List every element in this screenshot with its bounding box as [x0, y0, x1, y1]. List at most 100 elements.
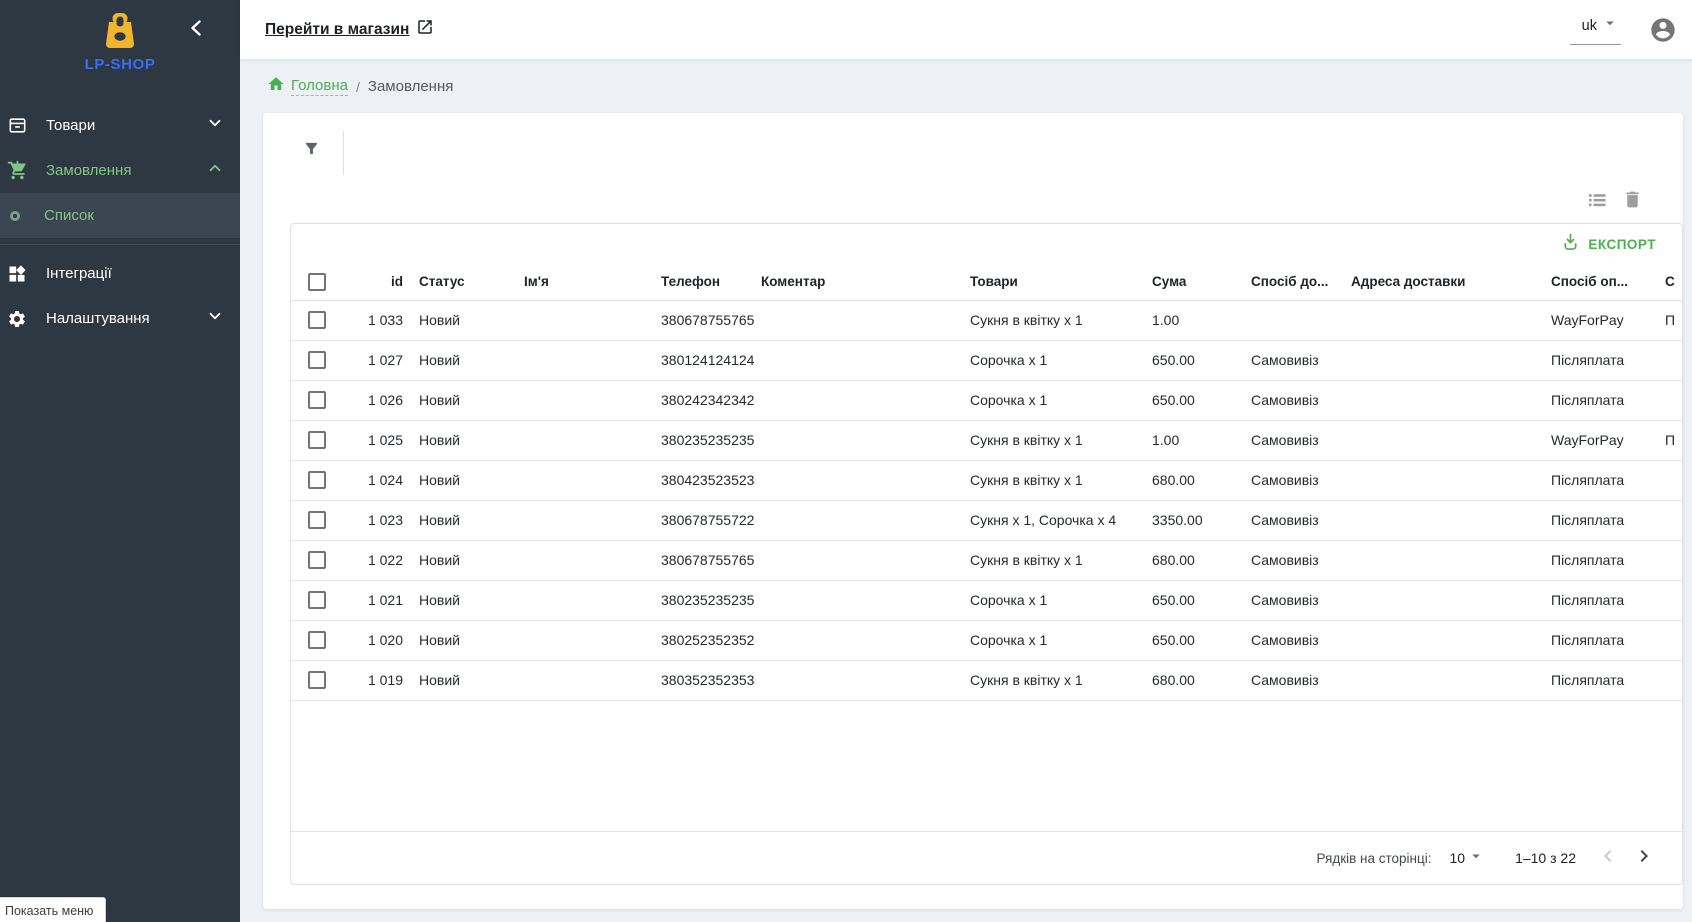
cell-address	[1351, 340, 1551, 380]
table-row[interactable]: 1 023Новий380678755722Сукня x 1, Сорочка…	[291, 500, 1682, 540]
menu-divider	[0, 244, 240, 245]
cell-sum: 650.00	[1152, 380, 1251, 420]
cell-extra	[1665, 500, 1682, 540]
sidebar-item-integrations[interactable]: Інтеграції	[0, 251, 240, 296]
table-row[interactable]: 1 027Новий380124124124Сорочка x 1650.00С…	[291, 340, 1682, 380]
row-checkbox[interactable]	[308, 631, 326, 649]
card-toolbar: ЕКСПОРТ	[291, 224, 1682, 264]
select-all-checkbox[interactable]	[308, 273, 326, 291]
cell-status: Новий	[419, 580, 524, 620]
caret-down-icon	[1467, 847, 1485, 870]
cell-address	[1351, 580, 1551, 620]
column-header-id[interactable]: id	[357, 264, 419, 300]
sidebar-item-settings[interactable]: Налаштування	[0, 296, 240, 341]
main-area: Перейти в магазин uk	[240, 0, 1692, 922]
cell-payment: Післяплата	[1551, 340, 1665, 380]
table-row[interactable]: 1 025Новий380235235235Сукня в квітку x 1…	[291, 420, 1682, 460]
row-checkbox[interactable]	[308, 351, 326, 369]
cell-name	[524, 340, 661, 380]
sidebar-item-orders[interactable]: Замовлення	[0, 148, 240, 193]
chevron-left-icon	[186, 26, 208, 43]
row-checkbox[interactable]	[308, 591, 326, 609]
cell-address	[1351, 660, 1551, 700]
cell-products: Сукня в квітку x 1	[970, 300, 1152, 340]
rows-per-page-select[interactable]: 10	[1450, 847, 1486, 870]
table-row[interactable]: 1 021Новий380235235235Сорочка x 1650.00С…	[291, 580, 1682, 620]
cell-phone: 380252352352	[661, 620, 761, 660]
pagination-bar: Рядків на сторінці: 10 1–10 з 22	[291, 831, 1682, 884]
column-header-delivery[interactable]: Спосіб до...	[1251, 264, 1351, 300]
view-list-button[interactable]	[1586, 190, 1606, 215]
table-row[interactable]: 1 026Новий380242342342Сорочка x 1650.00С…	[291, 380, 1682, 420]
go-to-shop-link[interactable]: Перейти в магазин	[265, 18, 434, 41]
row-checkbox[interactable]	[308, 431, 326, 449]
column-header-sum[interactable]: Сума	[1152, 264, 1251, 300]
export-label: ЕКСПОРТ	[1588, 237, 1656, 252]
row-select-cell	[291, 660, 357, 700]
table-row[interactable]: 1 024Новий380423523523Сукня в квітку x 1…	[291, 460, 1682, 500]
cell-products: Сорочка x 1	[970, 620, 1152, 660]
row-checkbox[interactable]	[308, 391, 326, 409]
sidebar-item-products[interactable]: Товари	[0, 103, 240, 148]
cell-extra	[1665, 460, 1682, 500]
cell-name	[524, 380, 661, 420]
rows-per-page-value: 10	[1450, 850, 1466, 866]
next-page-button[interactable]	[1626, 840, 1662, 876]
row-select-cell	[291, 420, 357, 460]
breadcrumb-home-link[interactable]: Головна	[267, 75, 348, 98]
table-row[interactable]: 1 033Новий380678755765Сукня в квітку x 1…	[291, 300, 1682, 340]
column-header-name[interactable]: Ім'я	[524, 264, 661, 300]
table-row[interactable]: 1 019Новий380352352353Сукня в квітку x 1…	[291, 660, 1682, 700]
row-select-cell	[291, 540, 357, 580]
previous-page-button[interactable]	[1590, 840, 1626, 876]
row-checkbox[interactable]	[308, 311, 326, 329]
sidebar-item-orders-list[interactable]: Список	[0, 193, 240, 238]
breadcrumb-home-label: Головна	[291, 77, 348, 96]
view-list-icon	[1586, 190, 1606, 215]
cell-status: Новий	[419, 620, 524, 660]
content-area: Головна / Замовлення	[240, 60, 1692, 922]
column-header-comment[interactable]: Коментар	[761, 264, 970, 300]
cell-name	[524, 300, 661, 340]
column-header-payment[interactable]: Спосіб оп...	[1551, 264, 1665, 300]
column-header-phone[interactable]: Телефон	[661, 264, 761, 300]
cell-products: Сукня x 1, Сорочка x 4	[970, 500, 1152, 540]
table-row[interactable]: 1 022Новий380678755765Сукня в квітку x 1…	[291, 540, 1682, 580]
cell-id: 1 023	[357, 500, 419, 540]
cell-products: Сорочка x 1	[970, 380, 1152, 420]
cell-delivery: Самовивіз	[1251, 340, 1351, 380]
export-button[interactable]: ЕКСПОРТ	[1562, 232, 1656, 256]
cell-extra	[1665, 380, 1682, 420]
column-header-products[interactable]: Товари	[970, 264, 1152, 300]
cell-id: 1 025	[357, 420, 419, 460]
logo-text: LP-SHOP	[16, 56, 224, 73]
cell-payment: Післяплата	[1551, 660, 1665, 700]
bullet-dot-icon	[10, 211, 20, 221]
table-row[interactable]: 1 020Новий380252352352Сорочка x 1650.00С…	[291, 620, 1682, 660]
delete-button[interactable]	[1622, 189, 1643, 215]
cell-phone: 380352352353	[661, 660, 761, 700]
row-select-cell	[291, 300, 357, 340]
row-checkbox[interactable]	[308, 671, 326, 689]
column-header-status[interactable]: Статус	[419, 264, 524, 300]
table-container: idСтатусІм'яТелефонКоментарТовариСумаСпо…	[291, 264, 1682, 831]
cell-status: Новий	[419, 460, 524, 500]
row-checkbox[interactable]	[308, 551, 326, 569]
row-checkbox[interactable]	[308, 471, 326, 489]
sidebar-collapse-button[interactable]	[186, 17, 208, 39]
cell-id: 1 024	[357, 460, 419, 500]
cell-comment	[761, 380, 970, 420]
row-checkbox[interactable]	[308, 511, 326, 529]
user-avatar-icon[interactable]	[1649, 16, 1677, 44]
filter-button[interactable]	[298, 127, 324, 175]
chevron-left-icon	[1596, 844, 1620, 873]
sidebar-menu: Товари Замовлення	[0, 103, 240, 341]
language-selector[interactable]: uk	[1570, 14, 1621, 45]
column-header-address[interactable]: Адреса доставки	[1351, 264, 1551, 300]
cell-address	[1351, 380, 1551, 420]
chevron-right-icon	[1632, 844, 1656, 873]
shopping-bag-logo-icon	[103, 36, 137, 53]
cell-products: Сорочка x 1	[970, 340, 1152, 380]
column-header-extra[interactable]: С	[1665, 264, 1682, 300]
chevron-down-icon	[206, 307, 224, 330]
